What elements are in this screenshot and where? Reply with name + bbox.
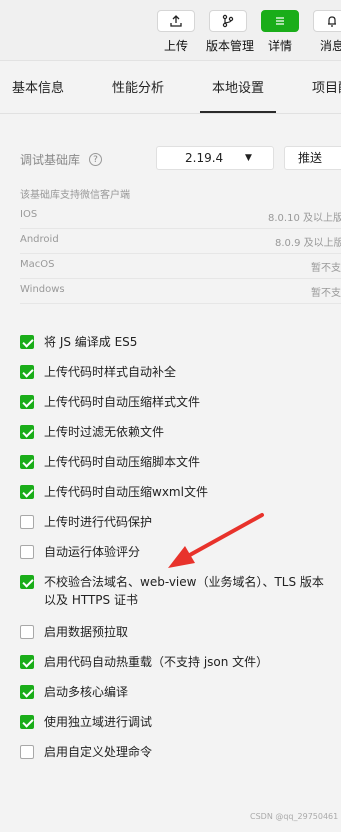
checkbox[interactable]: [20, 485, 34, 499]
checkbox[interactable]: [20, 365, 34, 379]
base-lib-version: 2.19.4: [185, 151, 224, 165]
support-row: MacOS 暂不支: [20, 253, 341, 279]
tab-performance[interactable]: 性能分析: [112, 61, 164, 113]
os-version: 8.0.10 及以上版: [268, 213, 341, 224]
os-name: Android: [20, 234, 59, 245]
version-manage-button[interactable]: 版本管理: [206, 10, 255, 54]
checkbox[interactable]: [20, 335, 34, 349]
toolbar: 上传 版本管理 详情 消息: [0, 0, 341, 61]
bell-icon: [313, 10, 341, 32]
messages-button[interactable]: 消息: [310, 10, 341, 54]
checkbox[interactable]: [20, 625, 34, 639]
tab-basic-info[interactable]: 基本信息: [12, 61, 64, 113]
upload-icon: [157, 10, 195, 32]
os-name: MacOS: [20, 259, 55, 270]
checkbox[interactable]: [20, 545, 34, 559]
checkbox[interactable]: [20, 395, 34, 409]
question-circle-icon[interactable]: ?: [89, 153, 102, 166]
checkbox[interactable]: [20, 425, 34, 439]
menu-icon: [261, 10, 299, 32]
support-title: 该基础库支持微信客户端: [20, 190, 130, 201]
os-version: 暂不支: [311, 288, 341, 299]
checkbox[interactable]: [20, 455, 34, 469]
tab-local-settings[interactable]: 本地设置: [199, 61, 277, 113]
checkbox[interactable]: [20, 745, 34, 759]
os-name: Windows: [20, 284, 65, 295]
base-lib-select[interactable]: 2.19.4 ▼: [156, 146, 274, 170]
upload-label: 上传: [163, 39, 188, 53]
checkbox[interactable]: [20, 655, 34, 669]
tab-project-config[interactable]: 项目配: [312, 61, 341, 113]
settings-tabs: 基本信息 性能分析 本地设置 项目配: [0, 61, 341, 114]
details-button[interactable]: 详情: [258, 10, 302, 54]
checkbox[interactable]: [20, 515, 34, 529]
upload-button[interactable]: 上传: [154, 10, 198, 54]
checkbox[interactable]: [20, 575, 34, 589]
support-row: Windows 暂不支: [20, 278, 341, 304]
annotation-arrow-icon: [168, 513, 264, 568]
branch-icon: [209, 10, 247, 32]
os-version: 暂不支: [311, 263, 341, 274]
os-version: 8.0.9 及以上版: [275, 238, 341, 249]
version-manage-label: 版本管理: [206, 39, 255, 53]
base-lib-label: 调试基础库: [20, 153, 81, 167]
checkbox[interactable]: [20, 715, 34, 729]
support-row: IOS 8.0.10 及以上版: [20, 203, 341, 229]
checkbox[interactable]: [20, 685, 34, 699]
watermark: CSDN @qq_29750461: [250, 812, 339, 821]
caret-down-icon: ▼: [245, 153, 252, 163]
support-row: Android 8.0.9 及以上版: [20, 228, 341, 254]
messages-label: 消息: [319, 39, 341, 53]
os-name: IOS: [20, 209, 38, 220]
details-label: 详情: [267, 39, 292, 53]
push-button[interactable]: 推送: [284, 146, 341, 170]
